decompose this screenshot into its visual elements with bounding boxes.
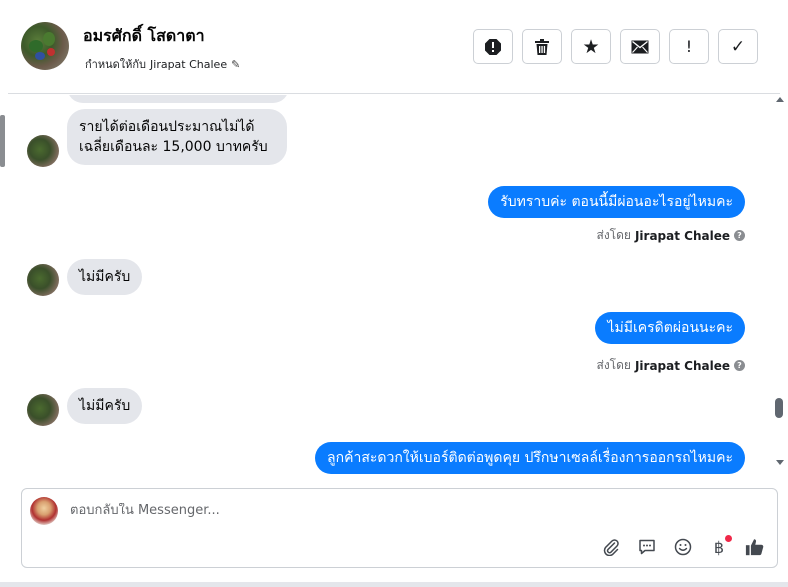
done-button[interactable]: ✓	[718, 29, 758, 64]
payment-button[interactable]: ฿	[709, 535, 732, 557]
baht-icon: ฿	[713, 537, 725, 557]
left-scrollbar[interactable]	[0, 95, 7, 485]
message-bubble-incoming: รายได้ต่อเดือนประมาณไม่ได้ เฉลี่ยเดือนละ…	[67, 109, 287, 165]
right-scrollbar[interactable]	[775, 95, 785, 485]
contact-avatar[interactable]	[21, 22, 69, 70]
scroll-down-arrow[interactable]	[776, 460, 784, 465]
mail-button[interactable]	[620, 29, 660, 64]
sent-by-label: ส่งโดย Jirapat Chalee ?	[596, 356, 745, 375]
message-text: รายได้ต่อเดือนประมาณไม่ได้	[79, 119, 255, 135]
attach-button[interactable]	[601, 537, 621, 557]
assignee-name: Jirapat Chalee	[150, 57, 228, 71]
like-button[interactable]	[745, 537, 765, 557]
reply-input[interactable]	[70, 503, 670, 518]
assignment-row[interactable]: กำหนดให้กับ Jirapat Chalee ✎	[85, 55, 240, 73]
message-bubble-outgoing: รับทราบค่ะ ตอนนี้มีผ่อนอะไรอยู่ไหมคะ	[488, 186, 745, 218]
message-bubble-incoming: ไม่มีครับ	[67, 388, 143, 424]
star-icon: ★	[582, 35, 600, 58]
page-avatar	[30, 497, 58, 525]
sent-by-prefix: ส่งโดย	[596, 358, 631, 372]
message-bubble-outgoing: ไม่มีเครดิตผ่อนนะคะ	[595, 312, 745, 344]
bottom-strip	[0, 582, 788, 587]
smiley-icon	[674, 538, 692, 556]
follow-up-button[interactable]: !	[669, 29, 709, 64]
star-button[interactable]: ★	[571, 29, 611, 64]
paperclip-icon	[603, 539, 619, 556]
contact-name[interactable]: อมรศักดิ์ โสดาตา	[83, 24, 205, 49]
sent-by-label: ส่งโดย Jirapat Chalee ?	[596, 226, 745, 245]
left-scrollbar-thumb[interactable]	[0, 115, 5, 167]
message-text: เฉลี่ยเดือนละ 15,000 บาทครับ	[79, 139, 268, 155]
conversation-header: อมรศักดิ์ โสดาตา กำหนดให้กับ Jirapat Cha…	[8, 0, 780, 94]
sender-avatar[interactable]	[27, 135, 59, 167]
message-thread[interactable]: รายได้ต่อเดือนประมาณไม่ได้ เฉลี่ยเดือนละ…	[8, 95, 770, 479]
assign-prefix: กำหนดให้กับ	[85, 58, 147, 71]
trash-button[interactable]	[522, 29, 562, 64]
right-scrollbar-thumb[interactable]	[775, 398, 783, 418]
emoji-button[interactable]	[673, 537, 693, 557]
help-icon[interactable]: ?	[734, 360, 745, 371]
pencil-icon[interactable]: ✎	[231, 58, 240, 71]
conversation-toolbar: ★ ! ✓	[473, 29, 758, 64]
exclamation-icon: !	[685, 37, 693, 56]
help-icon[interactable]: ?	[734, 230, 745, 241]
message-bubble-outgoing: ลูกค้าสะดวกให้เบอร์ติดต่อพูดคุย ปรึกษาเซ…	[315, 442, 745, 474]
sent-by-prefix: ส่งโดย	[596, 228, 631, 242]
report-button[interactable]	[473, 29, 513, 64]
saved-replies-button[interactable]	[637, 537, 657, 557]
sender-avatar[interactable]	[27, 394, 59, 426]
message-bubble-incoming: ไม่มีครับ	[67, 259, 143, 295]
composer-actions: ฿	[601, 535, 765, 557]
sender-agent-name: Jirapat Chalee	[634, 358, 730, 373]
sender-avatar[interactable]	[27, 264, 59, 296]
exclamation-octagon-icon	[485, 38, 501, 55]
chat-bubble-icon	[639, 539, 655, 555]
mail-icon	[631, 40, 649, 53]
check-icon: ✓	[730, 36, 746, 57]
message-bubble-incoming-clipped	[67, 95, 289, 103]
reply-composer: ฿	[21, 488, 778, 568]
trash-icon	[535, 38, 549, 55]
notification-dot	[725, 535, 732, 542]
thumbs-up-icon	[745, 539, 764, 556]
sender-agent-name: Jirapat Chalee	[634, 228, 730, 243]
scroll-up-arrow[interactable]	[776, 97, 784, 102]
